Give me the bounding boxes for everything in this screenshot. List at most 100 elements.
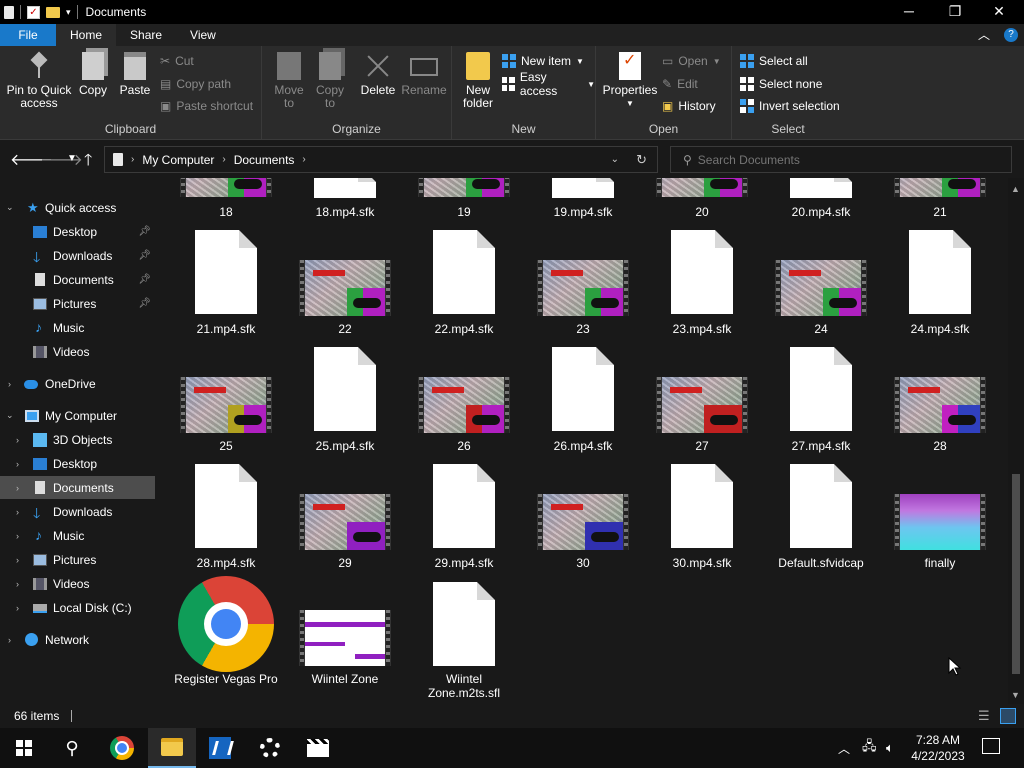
nav-pc-music[interactable]: › ♪ Music [0,524,155,547]
documents-icon [35,481,45,494]
easy-access-button[interactable]: Easy access ▼ [502,70,595,98]
tab-home[interactable]: Home [56,24,117,46]
group-label: Clipboard [104,122,157,136]
new-folder-button[interactable]: New folder [458,52,498,110]
collapsed-chevron-icon[interactable]: › [8,379,11,389]
volume-icon[interactable]: 🔈︎ [886,728,894,768]
nav-pc-documents[interactable]: › Documents [0,476,155,499]
search-input[interactable] [697,152,998,167]
tab-share[interactable]: Share [116,24,176,46]
taskbar-settings[interactable] [246,728,294,768]
close-button[interactable]: ✕ [976,0,1022,24]
collapse-ribbon-chevron-icon[interactable]: ︿ [978,24,990,46]
nav-pc-videos[interactable]: › Videos [0,572,155,595]
nav-quick-access[interactable]: ⌄ ★ Quick access [0,196,155,219]
scrollbar-thumb[interactable] [1012,474,1020,674]
collapsed-chevron-icon[interactable]: › [16,603,19,613]
taskbar-file-explorer[interactable] [148,728,196,768]
nav-my-computer[interactable]: ⌄ My Computer [0,404,155,427]
nav-qa-downloads[interactable]: 🡓 Downloads 📌︎ [0,244,155,267]
collapsed-chevron-icon[interactable]: › [16,459,19,469]
properties-button[interactable]: Properties ▼ [602,52,658,110]
select-none-icon [740,77,754,91]
invert-selection-button[interactable]: Invert selection [740,97,840,115]
history-button[interactable]: ▣ History [662,97,716,115]
pin-to-quick-access-button[interactable]: Pin to Quick access [4,52,74,110]
address-history-chevron-icon[interactable]: ⌄ [611,154,619,165]
select-all-button[interactable]: Select all [740,52,808,70]
nav-pc-downloads[interactable]: › 🡓 Downloads [0,500,155,523]
notification-center-icon[interactable] [982,738,1000,754]
vertical-scrollbar[interactable]: ▲ ▼ [1008,178,1024,704]
tab-file[interactable]: File [0,24,56,46]
customize-toolbar-chevron-icon[interactable]: ▾ [66,7,71,18]
collapsed-chevron-icon[interactable]: › [16,555,19,565]
taskbar-clapperboard-app[interactable] [294,728,342,768]
group-label: Open [648,122,679,136]
select-none-button[interactable]: Select none [740,75,822,93]
move-to-button[interactable]: Move to [266,52,312,110]
collapsed-chevron-icon[interactable]: › [8,635,11,645]
start-button[interactable] [0,728,48,768]
minimize-button[interactable]: ─ [886,0,932,24]
copy-to-button[interactable]: Copy to [310,52,350,110]
breadcrumb-my-computer[interactable]: My Computer [142,153,214,167]
large-icons-view-icon[interactable] [1000,708,1016,724]
chevron-right-icon[interactable]: › [302,154,305,165]
recent-locations-chevron-icon[interactable]: ▼ [67,153,77,164]
taskbar-video-editor[interactable] [196,728,244,768]
nav-onedrive[interactable]: › OneDrive [0,372,155,395]
rename-button[interactable]: Rename [400,52,448,97]
edit-button[interactable]: ✎ Edit [662,75,698,93]
scroll-down-arrow-icon[interactable]: ▼ [1011,690,1020,700]
network-status-icon[interactable]: 🖧︎ [862,728,877,768]
nav-qa-videos[interactable]: Videos [0,340,155,363]
nav-pc-local-disk[interactable]: › Local Disk (C:) [0,596,155,619]
search-button[interactable]: ⚲ [48,728,96,768]
copy-button[interactable]: Copy [76,52,110,97]
delete-button[interactable]: Delete [358,52,398,97]
group-label: Select [771,122,805,136]
help-icon[interactable]: ? [1004,28,1018,42]
address-bar[interactable]: › My Computer › Documents › ⌄ ↻ [104,146,658,173]
breadcrumb-documents[interactable]: Documents [234,153,295,167]
new-item-button[interactable]: New item ▼ [502,52,584,70]
maximize-button[interactable]: ❐ [932,0,978,24]
chevron-right-icon[interactable]: › [131,154,134,165]
clock[interactable]: 7:28 AM 4/22/2023 [900,732,976,764]
select-all-icon [740,54,754,68]
nav-pc-3d-objects[interactable]: › 3D Objects [0,428,155,451]
scroll-up-arrow-icon[interactable]: ▲ [1011,184,1020,194]
expanded-chevron-icon[interactable]: ⌄ [6,202,14,213]
chevron-right-icon[interactable]: › [222,154,225,165]
paste-shortcut-button[interactable]: ▣ Paste shortcut [160,97,253,115]
expanded-chevron-icon[interactable]: ⌄ [6,410,14,421]
nav-qa-desktop[interactable]: Desktop 📌︎ [0,220,155,243]
cut-button[interactable]: ✂ Cut [160,52,194,70]
collapsed-chevron-icon[interactable]: › [16,483,19,493]
nav-network[interactable]: › Network [0,628,155,651]
videos-icon [33,345,47,358]
nav-pc-pictures[interactable]: › Pictures [0,548,155,571]
taskbar-chrome[interactable] [98,728,146,768]
new-folder-icon[interactable] [46,6,60,18]
show-hidden-icons-chevron-icon[interactable]: ︿ [838,728,850,768]
open-button[interactable]: ▭ Open ▼ [662,52,721,70]
properties-icon[interactable]: ✓ [27,5,40,19]
nav-qa-music[interactable]: ♪ Music [0,316,155,339]
nav-pc-desktop[interactable]: › Desktop [0,452,155,475]
refresh-icon[interactable]: ↻ [636,152,647,168]
nav-qa-pictures[interactable]: Pictures 📌︎ [0,292,155,315]
paste-button[interactable]: Paste [118,52,152,97]
up-arrow-icon[interactable]: 🡑 [84,149,92,176]
collapsed-chevron-icon[interactable]: › [16,531,19,541]
copy-path-button[interactable]: ▤ Copy path [160,75,231,93]
collapsed-chevron-icon[interactable]: › [16,435,19,445]
tab-view[interactable]: View [176,24,230,46]
search-box[interactable]: ⚲ [670,146,1012,173]
collapsed-chevron-icon[interactable]: › [16,507,19,517]
details-view-icon[interactable]: ☰ [978,708,994,724]
collapsed-chevron-icon[interactable]: › [16,579,19,589]
nav-qa-documents[interactable]: Documents 📌︎ [0,268,155,291]
video-thumbnail [299,494,391,550]
